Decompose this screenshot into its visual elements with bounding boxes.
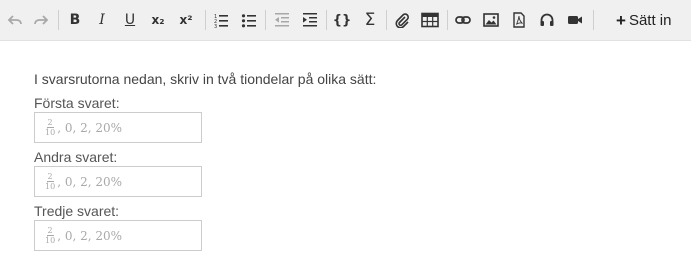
answer-label: Andra svaret: xyxy=(34,149,118,165)
toolbar-separator xyxy=(386,10,387,30)
bold-button[interactable]: B xyxy=(63,8,87,32)
toolbar-separator xyxy=(593,10,594,30)
image-icon[interactable] xyxy=(479,8,503,32)
subscript-button[interactable]: x₂ xyxy=(146,8,170,32)
paperclip-icon[interactable] xyxy=(390,8,414,32)
bullet-list-icon[interactable] xyxy=(237,8,261,32)
superscript-button[interactable]: x² xyxy=(174,8,198,32)
placeholder-denominator: 10 xyxy=(45,128,56,137)
headphones-icon[interactable] xyxy=(535,8,559,32)
question-body: I svarsrutorna nedan, skriv in två tiond… xyxy=(34,70,376,251)
answer-input-1[interactable]: 2 10 , 0, 2, 20% xyxy=(34,112,202,143)
italic-button[interactable]: I xyxy=(90,8,114,32)
plus-icon: + xyxy=(616,10,626,30)
answer-input-3[interactable]: 2 10 , 0, 2, 20% xyxy=(34,220,202,251)
toolbar-separator xyxy=(205,10,206,30)
answer-label: Tredje svaret: xyxy=(34,203,120,219)
ordered-list-icon[interactable]: 123 xyxy=(209,8,233,32)
redo-icon[interactable] xyxy=(29,8,53,32)
indent-decrease-icon[interactable] xyxy=(270,8,294,32)
toolbar-separator xyxy=(447,10,448,30)
editor-toolbar: B I U x₂ x² 123 {} Σ + Sätt in xyxy=(0,0,691,41)
placeholder-numerator: 2 xyxy=(46,226,54,236)
code-braces-button[interactable]: {} xyxy=(330,8,354,32)
table-icon[interactable] xyxy=(418,8,442,32)
placeholder-fraction: 2 10 xyxy=(44,172,56,191)
placeholder-text: , 0, 2, 20% xyxy=(57,174,123,189)
answer-block: Andra svaret: 2 10 , 0, 2, 20% xyxy=(34,148,376,197)
undo-icon[interactable] xyxy=(3,8,27,32)
placeholder-numerator: 2 xyxy=(46,118,54,128)
toolbar-separator xyxy=(58,10,59,30)
placeholder-numerator: 2 xyxy=(46,172,54,182)
indent-increase-icon[interactable] xyxy=(298,8,322,32)
pdf-icon[interactable] xyxy=(507,8,531,32)
placeholder-fraction: 2 10 xyxy=(44,226,56,245)
placeholder-denominator: 10 xyxy=(45,236,56,245)
link-icon[interactable] xyxy=(451,8,475,32)
placeholder-text: , 0, 2, 20% xyxy=(57,120,123,135)
answer-label: Första svaret: xyxy=(34,95,120,111)
answer-block: Tredje svaret: 2 10 , 0, 2, 20% xyxy=(34,202,376,251)
insert-label: Sätt in xyxy=(628,11,672,29)
placeholder-fraction: 2 10 xyxy=(44,118,56,137)
svg-text:3: 3 xyxy=(214,24,217,28)
video-camera-icon[interactable] xyxy=(563,8,587,32)
answer-input-2[interactable]: 2 10 , 0, 2, 20% xyxy=(34,166,202,197)
toolbar-separator xyxy=(265,10,266,30)
sum-button[interactable]: Σ xyxy=(358,8,382,32)
insert-button[interactable]: + Sätt in xyxy=(616,8,684,32)
underline-button[interactable]: U xyxy=(118,8,142,32)
placeholder-denominator: 10 xyxy=(45,182,56,191)
question-instruction: I svarsrutorna nedan, skriv in två tiond… xyxy=(34,71,377,87)
answer-block: Första svaret: 2 10 , 0, 2, 20% xyxy=(34,94,376,143)
placeholder-text: , 0, 2, 20% xyxy=(57,228,123,243)
toolbar-separator xyxy=(326,10,327,30)
